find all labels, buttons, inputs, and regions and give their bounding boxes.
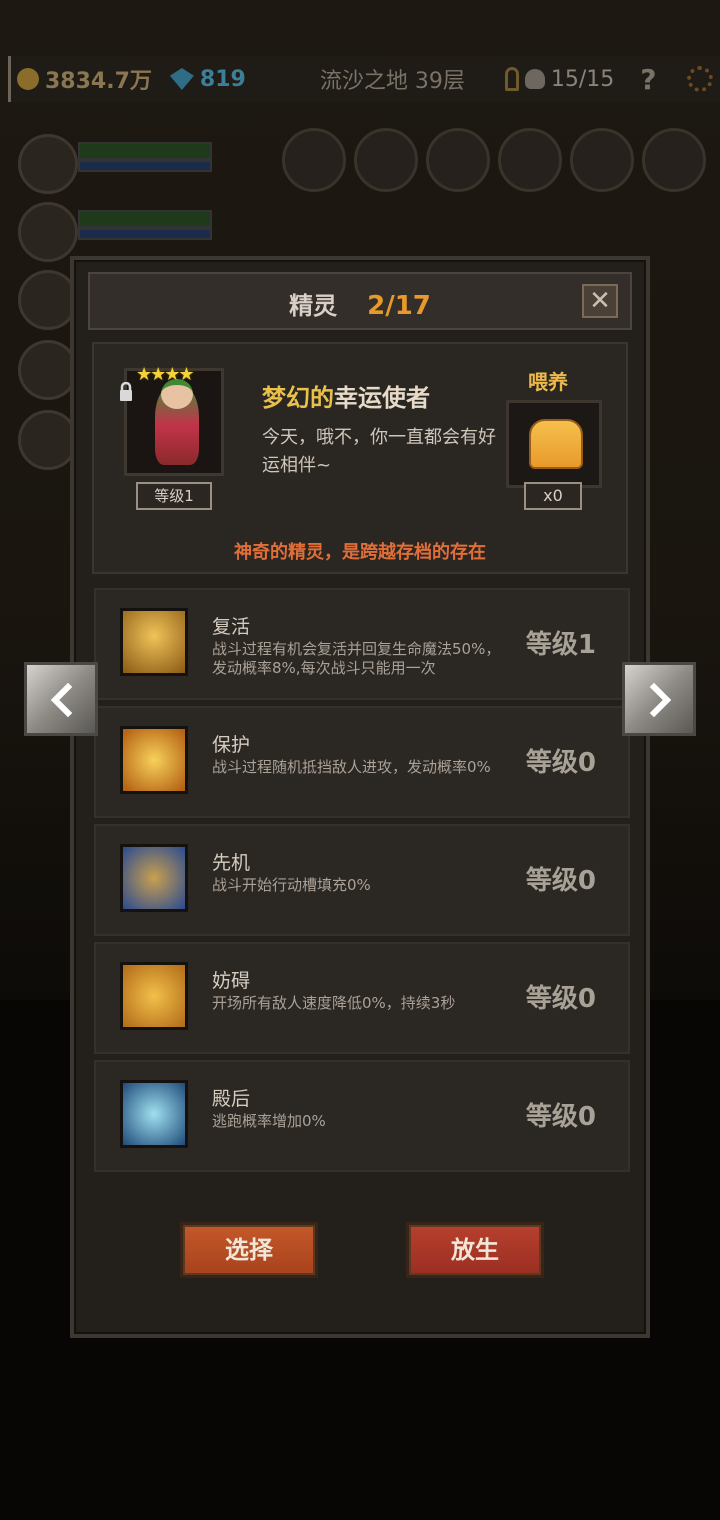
- battle-skill-slot[interactable]: [642, 128, 706, 192]
- star-rating: ★★★★: [136, 364, 195, 385]
- hero-mp-bar: [78, 228, 212, 240]
- gold-amount: 3834.7万: [45, 69, 152, 94]
- skill-level: 等级0: [525, 984, 596, 1014]
- skill-description: 战斗开始行动槽填充0%: [212, 876, 371, 894]
- skill-row[interactable]: 保护 战斗过程随机抵挡敌人进攻，发动概率0% 等级0: [94, 706, 630, 818]
- lock-icon: [120, 382, 132, 401]
- gold-coin-icon: [17, 68, 39, 90]
- skill-name: 保护: [212, 734, 251, 756]
- skill-description: 战斗过程有机会复活并回复生命魔法50%，发动概率8%,每次战斗只能用一次: [212, 640, 501, 677]
- spirit-level-tag: 等级1: [136, 482, 212, 510]
- modal-header: 精灵 2/17 ✕: [88, 272, 632, 330]
- skill-description: 开场所有敌人速度降低0%，持续3秒: [212, 994, 456, 1012]
- location-label: 流沙之地 39层: [319, 69, 465, 94]
- revive-icon: [120, 608, 188, 676]
- skill-level: 等级0: [525, 866, 596, 896]
- skill-description: 逃跑概率增加0%: [212, 1112, 326, 1130]
- select-button[interactable]: 选择: [180, 1222, 318, 1278]
- skill-name: 先机: [212, 852, 251, 874]
- skill-name: 殿后: [212, 1088, 251, 1110]
- skill-row[interactable]: 妨碍 开场所有敌人速度降低0%，持续3秒 等级0: [94, 942, 630, 1054]
- skill-name: 复活: [212, 616, 251, 638]
- next-spirit-button[interactable]: [622, 662, 696, 736]
- battle-skill-slot[interactable]: [282, 128, 346, 192]
- spirit-description: 今天，哦不，你一直都会有好运相伴~: [262, 427, 496, 476]
- hero-avatar[interactable]: [18, 270, 78, 330]
- help-button[interactable]: ?: [640, 63, 656, 96]
- close-button[interactable]: ✕: [582, 284, 618, 318]
- skill-level: 等级0: [525, 748, 596, 778]
- key-icon: [504, 67, 519, 91]
- hero-hp-bar: [78, 210, 212, 228]
- spirit-name-accent: 梦幻的: [262, 384, 334, 412]
- spirit-count: 2/17: [367, 291, 431, 321]
- spirit-name-rest: 幸运使者: [334, 384, 430, 412]
- skull-icon: [524, 69, 545, 89]
- leopard-icon: [120, 844, 188, 912]
- feed-count: x0: [524, 482, 582, 510]
- hero-avatar[interactable]: [18, 134, 78, 194]
- chain-boot-icon: [120, 962, 188, 1030]
- battle-skill-slot[interactable]: [426, 128, 490, 192]
- chevron-left-icon: [50, 682, 73, 718]
- protect-icon: [120, 726, 188, 794]
- top-status-bar: 3834.7万 819 流沙之地 39层 15/15 ?: [8, 56, 720, 102]
- modal-title-text: 精灵: [289, 292, 338, 320]
- spirit-info-panel: ★★★★ 等级1 梦幻的幸运使者 今天，哦不，你一直都会有好运相伴~ 喂养 x0…: [92, 342, 628, 574]
- hero-avatar[interactable]: [18, 202, 78, 262]
- modal-title: 精灵 2/17: [90, 286, 630, 321]
- skill-row[interactable]: 先机 战斗开始行动槽填充0% 等级0: [94, 824, 630, 936]
- feed-button[interactable]: [506, 400, 602, 488]
- hero-mp-bar: [78, 160, 212, 172]
- spirit-tagline: 神奇的精灵，是跨越存档的存在: [234, 542, 486, 563]
- hero-avatar[interactable]: [18, 410, 78, 470]
- settings-gear-icon[interactable]: [686, 66, 713, 92]
- feed-label: 喂养: [528, 370, 568, 394]
- battle-skill-slot[interactable]: [498, 128, 562, 192]
- previous-spirit-button[interactable]: [24, 662, 98, 736]
- skill-level: 等级0: [525, 1102, 596, 1132]
- release-button[interactable]: 放生: [406, 1222, 544, 1278]
- battle-skill-slot[interactable]: [570, 128, 634, 192]
- gem-amount: 819: [199, 66, 246, 92]
- spirit-modal: 精灵 2/17 ✕ ★★★★ 等级1 梦幻的幸运使者 今天，哦不，你一直都会有好运…: [70, 256, 650, 1338]
- gem-icon: [169, 68, 194, 90]
- hero-avatar[interactable]: [18, 340, 78, 400]
- bread-icon: [529, 419, 583, 469]
- hero-hp-bar: [78, 142, 212, 160]
- spirit-name: 梦幻的幸运使者: [262, 378, 430, 413]
- skill-level: 等级1: [525, 630, 596, 660]
- skill-row[interactable]: 复活 战斗过程有机会复活并回复生命魔法50%，发动概率8%,每次战斗只能用一次 …: [94, 588, 630, 700]
- wings-icon: [120, 1080, 188, 1148]
- battle-skill-slot[interactable]: [354, 128, 418, 192]
- skill-row[interactable]: 殿后 逃跑概率增加0% 等级0: [94, 1060, 630, 1172]
- chevron-right-icon: [649, 682, 672, 718]
- keys-counter: 15/15: [550, 66, 615, 92]
- skill-name: 妨碍: [212, 970, 251, 992]
- skill-description: 战斗过程随机抵挡敌人进攻，发动概率0%: [212, 758, 491, 776]
